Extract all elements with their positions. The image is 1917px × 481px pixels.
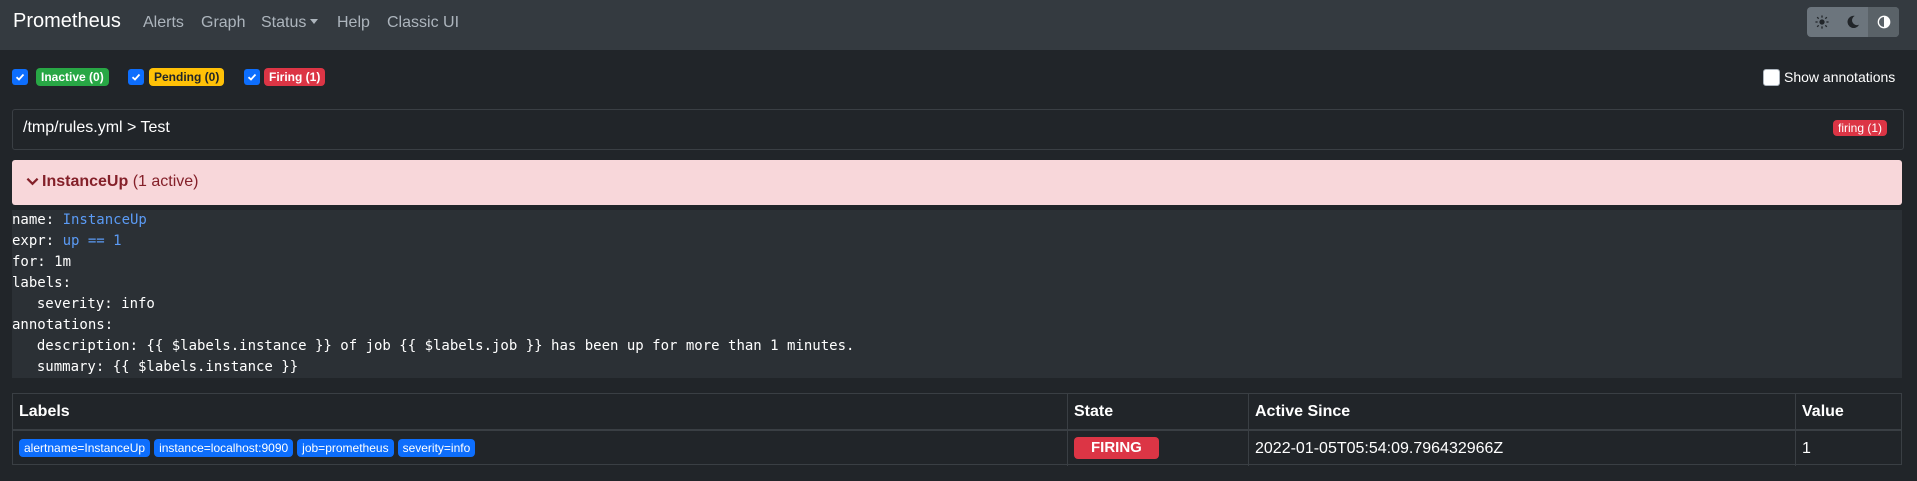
header-value: Value bbox=[1802, 403, 1844, 420]
caret-down-icon bbox=[310, 19, 319, 24]
alert-rule-header[interactable]: InstanceUp (1 active) bbox=[12, 160, 1902, 205]
nav-status-dropdown[interactable]: Status bbox=[261, 14, 319, 32]
nav-alerts[interactable]: Alerts bbox=[143, 14, 184, 32]
show-annotations-label[interactable]: Show annotations bbox=[1784, 69, 1895, 85]
checkmark-icon bbox=[247, 73, 257, 81]
theme-toggle-group bbox=[1807, 7, 1899, 37]
label-badge: severity=info bbox=[397, 438, 476, 457]
cell-value: 1 bbox=[1802, 440, 1811, 457]
yaml-labels-line: labels: bbox=[12, 275, 72, 291]
brand-logo[interactable]: Prometheus bbox=[13, 10, 121, 33]
dark-theme-button[interactable] bbox=[1838, 7, 1869, 37]
cell-state: FIRING bbox=[1068, 431, 1249, 466]
sun-icon bbox=[1815, 15, 1829, 29]
rule-group-header: /tmp/rules.yml > Test firing (1) bbox=[12, 109, 1904, 150]
nav-graph[interactable]: Graph bbox=[201, 14, 245, 32]
rule-group-title: /tmp/rules.yml > Test bbox=[23, 119, 170, 136]
light-theme-button[interactable] bbox=[1807, 7, 1838, 37]
alert-rule-title: InstanceUp (1 active) bbox=[42, 173, 199, 191]
alert-rule-name: InstanceUp bbox=[42, 173, 129, 190]
yaml-expr-link[interactable]: up == 1 bbox=[63, 233, 122, 249]
alerts-table: Labels State Active Since Value alertnam… bbox=[12, 393, 1902, 466]
yaml-expr-line: expr: up == 1 bbox=[12, 231, 122, 252]
yaml-for-line: for: 1m bbox=[12, 254, 72, 270]
yaml-value[interactable]: InstanceUp bbox=[63, 212, 147, 228]
header-labels: Labels bbox=[13, 394, 1068, 430]
state-badge: FIRING bbox=[1074, 436, 1159, 459]
inactive-filter-badge[interactable]: Inactive (0) bbox=[36, 68, 109, 86]
cell-labels: alertname=InstanceUp instance=localhost:9… bbox=[13, 431, 1068, 466]
checkmark-icon bbox=[15, 73, 25, 81]
yaml-annotations-line: annotations: bbox=[12, 317, 114, 333]
nav-help[interactable]: Help bbox=[337, 14, 370, 32]
nav-classic-ui[interactable]: Classic UI bbox=[387, 14, 459, 32]
yaml-name-line: name: InstanceUp bbox=[12, 210, 147, 231]
label-badge: instance=localhost:9090 bbox=[154, 438, 294, 457]
yaml-severity-line: severity: info bbox=[20, 296, 155, 312]
firing-checkbox[interactable] bbox=[244, 69, 260, 85]
alert-active-count: (1 active) bbox=[132, 173, 199, 190]
cell-active-since: 2022-01-05T05:54:09.796432966Z bbox=[1249, 431, 1796, 466]
yaml-key: name: bbox=[12, 212, 63, 228]
header-state: State bbox=[1068, 394, 1249, 430]
pending-filter-badge[interactable]: Pending (0) bbox=[149, 68, 225, 86]
label-badge: job=prometheus bbox=[297, 438, 394, 457]
show-annotations-checkbox[interactable] bbox=[1763, 69, 1780, 86]
auto-theme-button[interactable] bbox=[1868, 7, 1899, 37]
chevron-down-icon bbox=[26, 177, 39, 186]
header-active-since: Active Since bbox=[1249, 394, 1796, 430]
group-firing-badge: firing (1) bbox=[1832, 120, 1887, 136]
yaml-key: expr: bbox=[12, 233, 63, 249]
moon-icon bbox=[1847, 15, 1860, 29]
label-badge: alertname=InstanceUp bbox=[19, 438, 151, 457]
contrast-icon bbox=[1877, 15, 1891, 29]
rule-definition: name: InstanceUp expr: up == 1 for: 1m l… bbox=[12, 210, 1902, 378]
pending-checkbox[interactable] bbox=[128, 69, 144, 85]
checkmark-icon bbox=[131, 73, 141, 81]
yaml-description-line: description: {{ $labels.instance }} of j… bbox=[20, 338, 855, 354]
yaml-summary-line: summary: {{ $labels.instance }} bbox=[20, 359, 299, 375]
nav-status-label: Status bbox=[261, 14, 307, 31]
navbar: Prometheus Alerts Graph Status Help Clas… bbox=[0, 0, 1917, 50]
inactive-checkbox[interactable] bbox=[12, 69, 28, 85]
firing-filter-badge[interactable]: Firing (1) bbox=[264, 68, 326, 86]
